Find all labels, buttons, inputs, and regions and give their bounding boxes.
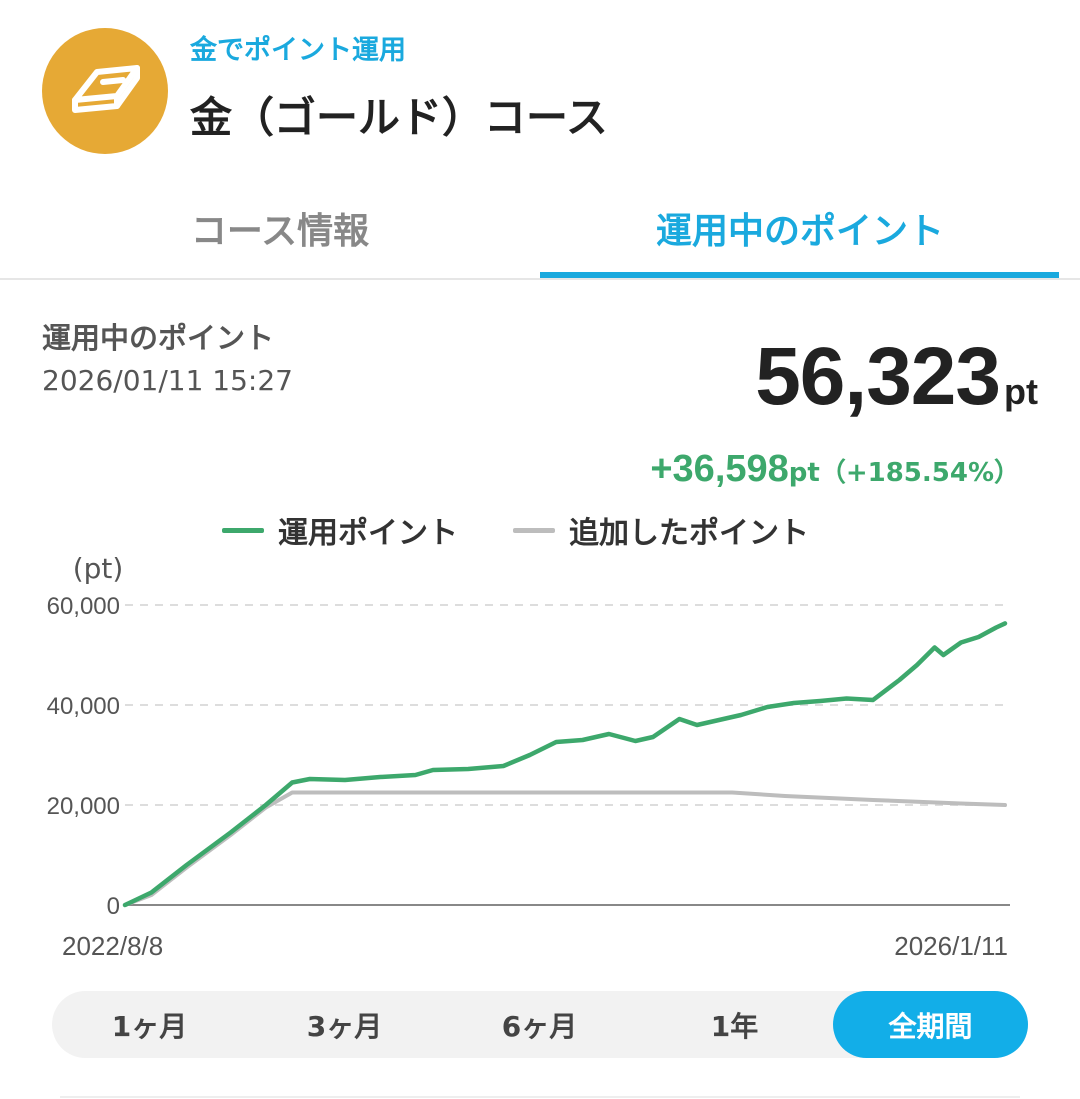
tab-invested-points[interactable]: 運用中のポイント [530, 180, 1070, 276]
points-change-unit: pt [788, 458, 820, 488]
tab-bar: コース情報 運用中のポイント [0, 180, 1080, 280]
legend-swatch-added [513, 527, 555, 533]
y-axis-unit-label: (pt) [73, 552, 124, 585]
gold-bar-icon [72, 65, 140, 113]
active-tab-indicator [540, 272, 1059, 278]
x-start-label: 2022/8/8 [62, 931, 163, 961]
legend-swatch-invested [222, 527, 264, 533]
gold-badge [42, 28, 168, 154]
points-label: 運用中のポイント [42, 321, 275, 355]
y-tick-label: 0 [107, 893, 120, 920]
tab-course-info[interactable]: コース情報 [10, 180, 550, 276]
points-change-percent: （+185.54%） [819, 458, 1020, 488]
points-change: +36,598pt（+185.54%） [650, 448, 1020, 491]
period-1-year-button[interactable]: 1年 [637, 991, 832, 1058]
period-3-month-button[interactable]: 3ヶ月 [247, 991, 442, 1058]
period-all-button[interactable]: 全期間 [833, 991, 1028, 1058]
course-title: 金（ゴールド）コース [190, 93, 608, 142]
course-header: 金でポイント運用 金（ゴールド）コース [0, 0, 1080, 180]
y-tick-label: 20,000 [47, 793, 120, 820]
points-total-unit: pt [1004, 371, 1038, 412]
period-selector: 1ヶ月 3ヶ月 6ヶ月 1年 全期間 [52, 991, 1028, 1058]
course-category: 金でポイント運用 [190, 35, 406, 66]
points-total-value: 56,323 [755, 331, 1001, 422]
points-change-value: +36,598 [650, 448, 789, 490]
y-tick-label: 40,000 [47, 693, 120, 720]
period-6-month-button[interactable]: 6ヶ月 [442, 991, 637, 1058]
y-tick-label: 60,000 [47, 593, 120, 620]
points-datetime: 2026/01/11 15:27 [42, 364, 293, 397]
divider [60, 1096, 1020, 1098]
x-end-label: 2026/1/11 [894, 931, 1008, 961]
points-line-chart: (pt) 60,000 40,000 20,000 0 2022/8/8 2026/1/11 [47, 552, 1010, 961]
period-1-month-button[interactable]: 1ヶ月 [52, 991, 247, 1058]
points-total: 56,323 pt [755, 330, 1038, 424]
series-invested-line [122, 621, 1008, 908]
